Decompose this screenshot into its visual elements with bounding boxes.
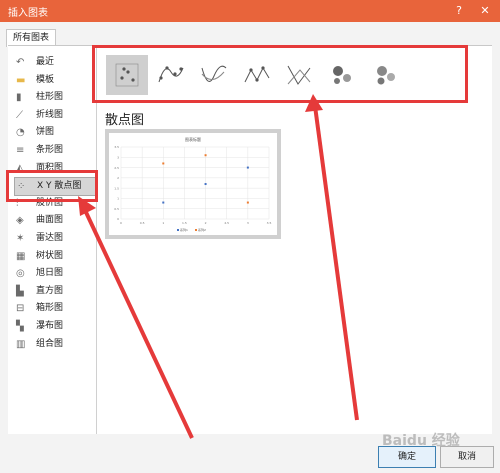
arrow-to-sidebar [82,207,194,439]
arrow-head-subtypes [305,94,323,112]
arrow-to-subtypes [313,105,359,421]
annotation-arrows [78,94,359,439]
